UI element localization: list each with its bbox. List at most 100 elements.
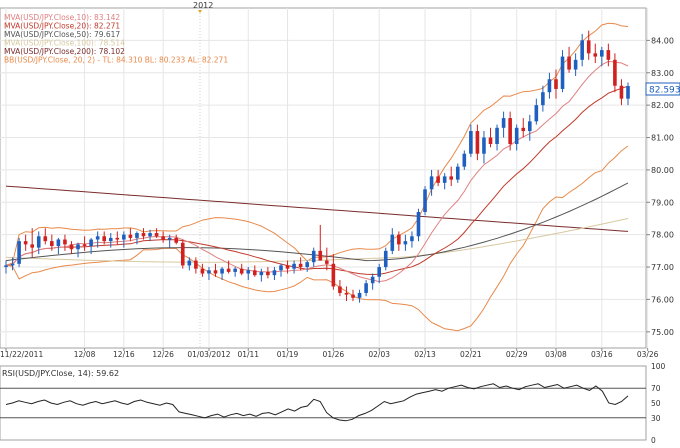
- candle-body: [311, 250, 316, 263]
- price-tick-label: 75.00: [651, 328, 674, 337]
- candle-body: [207, 270, 211, 274]
- candle-body: [187, 260, 192, 266]
- candle-body: [488, 137, 493, 144]
- candle-body: [606, 50, 611, 60]
- candle-body: [600, 50, 604, 57]
- candle-body: [174, 237, 179, 243]
- candle-body: [377, 267, 381, 277]
- candle-body: [534, 105, 539, 122]
- candle-body: [226, 268, 231, 272]
- candle-body: [285, 265, 290, 269]
- candle-body: [580, 40, 584, 60]
- candle-body: [521, 127, 526, 132]
- candle-body: [115, 237, 120, 240]
- x-tick-label: 02/29: [506, 350, 528, 359]
- candle-body: [331, 263, 336, 287]
- price-tick-label: 84.00: [651, 36, 674, 45]
- rsi-tick-label: 30: [651, 414, 661, 423]
- candle-body: [220, 268, 224, 274]
- x-tick-label: 02/13: [414, 350, 436, 359]
- candle-body: [50, 241, 54, 246]
- candle-body: [567, 56, 571, 70]
- candle-body: [482, 137, 486, 154]
- candle-body: [364, 283, 368, 293]
- candle-body: [527, 121, 532, 132]
- x-tick-label: 03/08: [545, 350, 567, 359]
- candle: [17, 237, 21, 268]
- candle-body: [128, 234, 133, 238]
- candle-body: [462, 153, 467, 167]
- price-tick-label: 79.00: [651, 198, 674, 207]
- candle-body: [82, 244, 87, 246]
- candle-body: [69, 244, 74, 250]
- candle-body: [272, 270, 277, 276]
- candle-body: [619, 85, 624, 99]
- candle-body: [213, 270, 218, 274]
- candle-body: [63, 239, 67, 245]
- x-tick-label: 01/26: [323, 350, 345, 359]
- rsi-tick-label: 0: [651, 436, 656, 445]
- candle-body: [436, 176, 440, 183]
- candle-body: [403, 241, 408, 245]
- x-tick-label: 12/08: [74, 350, 96, 359]
- candle-body: [233, 268, 237, 272]
- last-price-tag: 82.593: [645, 82, 680, 96]
- candle-body: [495, 127, 499, 144]
- candle-body: [95, 236, 100, 240]
- price-tick-label: 81.00: [651, 134, 674, 143]
- candle-body: [4, 265, 8, 268]
- candle-body: [613, 59, 617, 86]
- price-tick-label: 83.00: [651, 69, 674, 78]
- candle-body: [17, 241, 21, 264]
- x-tick-label: 12/16: [113, 350, 135, 359]
- candle-body: [541, 92, 545, 106]
- candle-body: [390, 234, 395, 251]
- candle-body: [194, 260, 198, 269]
- candle-body: [560, 56, 565, 89]
- candle: [180, 239, 185, 269]
- candle-body: [10, 263, 15, 266]
- x-tick-label: 12/26: [152, 350, 174, 359]
- candle-body: [573, 59, 578, 70]
- candle-body: [167, 237, 172, 240]
- price-tick-label: 80.00: [651, 166, 674, 175]
- candle-body: [514, 127, 519, 144]
- x-tick-label: 03/26: [637, 350, 659, 359]
- candle: [416, 208, 421, 242]
- candle-body: [76, 244, 80, 250]
- candle-body: [357, 292, 362, 298]
- x-tick-label: 01/19: [277, 350, 299, 359]
- candle-body: [416, 212, 421, 237]
- candle-body: [508, 118, 512, 144]
- candle-body: [442, 176, 447, 183]
- candle: [383, 247, 388, 271]
- candle-body: [246, 270, 251, 274]
- candle-body: [266, 271, 270, 276]
- candle-body: [23, 241, 28, 245]
- candle-body: [423, 189, 427, 212]
- x-tick-label: 02/21: [460, 350, 482, 359]
- candle-body: [161, 236, 165, 240]
- price-tick-label: 82.00: [651, 101, 674, 110]
- candle-body: [43, 236, 48, 242]
- candle-body: [318, 250, 323, 261]
- price-tick-label: 76.00: [651, 295, 674, 304]
- candle-body: [325, 260, 329, 264]
- candle-body: [501, 118, 506, 128]
- candle-body: [469, 131, 473, 154]
- candle-body: [89, 239, 93, 246]
- usdjpy-chart: 75.00 76.00 77.00 78.00 79.00 80.00 81.00 82.00…: [0, 0, 680, 448]
- legend-entry: BB(USD/JPY.Close, 20, 2) - TL: 84.310 BL…: [4, 56, 228, 65]
- price-tick-label: 78.00: [651, 231, 674, 240]
- candle-body: [292, 263, 296, 269]
- candle-body: [344, 292, 349, 295]
- candle-body: [593, 53, 598, 57]
- candle-body: [239, 268, 244, 274]
- candle-body: [180, 242, 185, 266]
- rsi-title: RSI(USD/JPY.Close, 14): 59.62: [2, 369, 119, 378]
- candle-body: [449, 176, 454, 180]
- candle-body: [30, 244, 34, 248]
- candle-body: [305, 262, 309, 268]
- rsi-tick-label: 100: [651, 362, 666, 371]
- candle-body: [397, 234, 401, 245]
